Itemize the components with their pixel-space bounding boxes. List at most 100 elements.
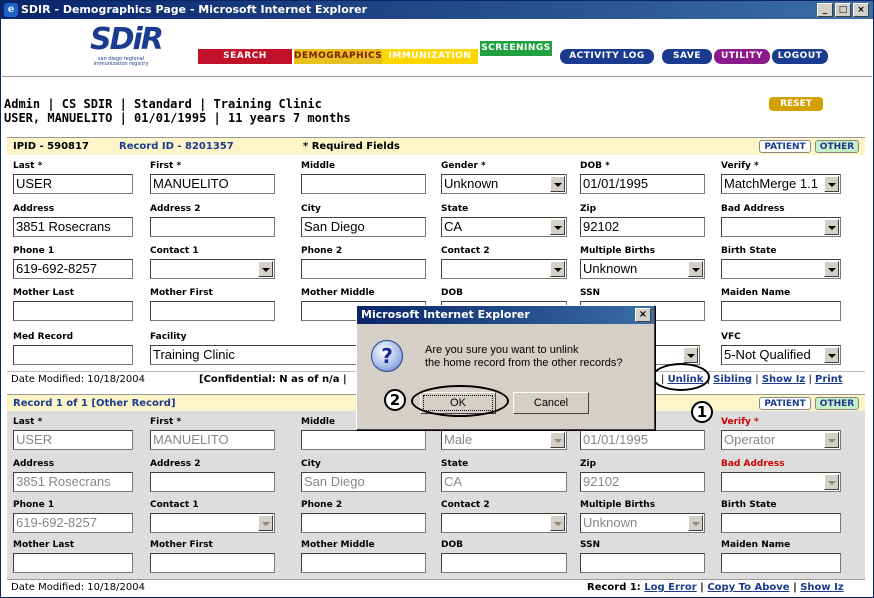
sibling-link[interactable]: Sibling bbox=[713, 374, 752, 385]
city-field: City San Diego bbox=[301, 204, 426, 237]
dropdown-arrow-icon bbox=[550, 176, 565, 192]
gender-select[interactable]: Unknown bbox=[441, 174, 567, 194]
nav-search-button[interactable]: SEARCH bbox=[198, 49, 292, 64]
nav-activity-log-button[interactable]: ACTIVITY LOG bbox=[560, 49, 654, 64]
other-maiden-name-input bbox=[721, 553, 841, 573]
verify-select[interactable]: MatchMerge 1.1 bbox=[721, 174, 841, 194]
sdir-logo: SDiR san diego regional immunization reg… bbox=[90, 22, 164, 67]
dropdown-arrow-icon bbox=[824, 347, 839, 363]
maximize-button[interactable]: □ bbox=[835, 3, 851, 17]
first-input[interactable]: MANUELITO bbox=[150, 174, 275, 194]
nav-demographics-button[interactable]: DEMOGRAPHICS bbox=[294, 49, 382, 64]
med-record-input[interactable] bbox=[13, 345, 133, 365]
middle-input[interactable] bbox=[301, 174, 426, 194]
bad-address-field: Bad Address bbox=[721, 204, 841, 237]
contact2-select[interactable] bbox=[441, 259, 567, 279]
other-bad-address-field: Bad Address bbox=[721, 459, 841, 492]
other-state-input: CA bbox=[441, 472, 567, 492]
other-city-field: City San Diego bbox=[301, 459, 426, 492]
zip-field: Zip 92102 bbox=[580, 204, 705, 237]
other-multiple-births-field: Multiple Births Unknown bbox=[580, 500, 705, 533]
other-dob-input: 01/01/1995 bbox=[580, 430, 705, 450]
copy-to-above-link[interactable]: Copy To Above bbox=[707, 582, 789, 593]
other-birth-state-field: Birth State bbox=[721, 500, 841, 533]
dialog-close-button[interactable]: × bbox=[635, 308, 651, 322]
other-tab-other[interactable]: OTHER bbox=[815, 397, 859, 410]
nav-logout-button[interactable]: LOGOUT bbox=[772, 49, 828, 64]
phone1-input[interactable]: 619-692-8257 bbox=[13, 259, 133, 279]
date-modified: Date Modified: 10/18/2004 bbox=[11, 374, 145, 385]
other-phone2-field: Phone 2 bbox=[301, 500, 426, 533]
dob-field: DOB * 01/01/1995 bbox=[580, 161, 705, 194]
app-header: SDiR san diego regional immunization reg… bbox=[2, 19, 872, 77]
other-phone1-input: 619-692-8257 bbox=[13, 513, 133, 533]
tab-patient[interactable]: PATIENT bbox=[759, 140, 811, 153]
maiden-name-input[interactable] bbox=[721, 301, 841, 321]
record-label: Record 1: bbox=[587, 582, 641, 593]
dropdown-arrow-icon bbox=[683, 347, 698, 363]
other-contact2-field: Contact 2 bbox=[441, 500, 567, 533]
med-record-field: Med Record bbox=[13, 332, 133, 365]
user-context-line: Admin | CS SDIR | Standard | Training Cl… bbox=[4, 97, 322, 111]
maiden-name-field: Maiden Name bbox=[721, 288, 841, 321]
mother-first-input[interactable] bbox=[150, 301, 275, 321]
state-field: State CA bbox=[441, 204, 567, 237]
mother-first-field: Mother First bbox=[150, 288, 275, 321]
last-input[interactable]: USER bbox=[13, 174, 133, 194]
nav-utility-button[interactable]: UTILITY bbox=[714, 49, 770, 64]
log-error-link[interactable]: Log Error bbox=[644, 582, 696, 593]
other-maiden-name-field: Maiden Name bbox=[721, 540, 841, 573]
other-mother-first-input bbox=[150, 553, 275, 573]
address-input[interactable]: 3851 Rosecrans bbox=[13, 217, 133, 237]
birth-state-select[interactable] bbox=[721, 259, 841, 279]
dropdown-arrow-icon bbox=[688, 515, 703, 531]
zip-input[interactable]: 92102 bbox=[580, 217, 705, 237]
minimize-button[interactable]: _ bbox=[817, 3, 833, 17]
other-first-input: MANUELITO bbox=[150, 430, 275, 450]
other-tab-patient[interactable]: PATIENT bbox=[759, 397, 811, 410]
contact1-select[interactable] bbox=[150, 259, 275, 279]
contact2-field: Contact 2 bbox=[441, 246, 567, 279]
other-mother-last-input bbox=[13, 553, 133, 573]
dropdown-arrow-icon bbox=[550, 432, 565, 448]
reset-button[interactable]: RESET bbox=[769, 97, 823, 111]
dropdown-arrow-icon bbox=[824, 474, 839, 490]
dialog-cancel-button[interactable]: Cancel bbox=[513, 392, 589, 414]
address2-input[interactable] bbox=[150, 217, 275, 237]
phone2-input[interactable] bbox=[301, 259, 426, 279]
nav-immunization-button[interactable]: IMMUNIZATION bbox=[382, 49, 478, 64]
bad-address-select[interactable] bbox=[721, 217, 841, 237]
first-field: First * MANUELITO bbox=[150, 161, 275, 194]
multiple-births-select[interactable]: Unknown bbox=[580, 259, 705, 279]
close-button[interactable]: × bbox=[853, 3, 869, 17]
vfc-select[interactable]: 5-Not Qualified bbox=[721, 345, 841, 365]
other-mother-dob-input bbox=[441, 553, 567, 573]
callout-number-1: 1 bbox=[691, 401, 713, 423]
show-iz-link[interactable]: Show Iz bbox=[762, 374, 805, 385]
state-select[interactable]: CA bbox=[441, 217, 567, 237]
other-record-form: Last * USER First * MANUELITO Middle Male … bbox=[7, 411, 865, 585]
print-link[interactable]: Print bbox=[815, 374, 843, 385]
other-first-field: First * MANUELITO bbox=[150, 417, 275, 450]
other-record-title: Record 1 of 1 [Other Record] bbox=[13, 398, 176, 409]
user-info: Admin | CS SDIR | Standard | Training Cl… bbox=[4, 97, 351, 125]
last-field: Last * USER bbox=[13, 161, 133, 194]
dropdown-arrow-icon bbox=[258, 261, 273, 277]
city-input[interactable]: San Diego bbox=[301, 217, 426, 237]
confirm-dialog: Microsoft Internet Explorer × ? Are you … bbox=[356, 305, 655, 430]
nav-screenings-button[interactable]: SCREENINGS bbox=[480, 41, 552, 56]
vfc-field: VFC 5-Not Qualified bbox=[721, 332, 841, 365]
unlink-highlight-circle bbox=[652, 363, 710, 391]
tab-other[interactable]: OTHER bbox=[815, 140, 859, 153]
other-mother-last-field: Mother Last bbox=[13, 540, 133, 573]
other-mother-first-field: Mother First bbox=[150, 540, 275, 573]
patient-summary-line: USER, MANUELITO | 01/01/1995 | 11 years … bbox=[4, 111, 351, 125]
other-ssn-field: SSN bbox=[580, 540, 705, 573]
other-mother-middle-field: Mother Middle bbox=[301, 540, 426, 573]
dropdown-arrow-icon bbox=[550, 515, 565, 531]
dob-input[interactable]: 01/01/1995 bbox=[580, 174, 705, 194]
other-show-iz-link[interactable]: Show Iz bbox=[800, 582, 843, 593]
callout-number-2: 2 bbox=[384, 389, 406, 411]
mother-last-input[interactable] bbox=[13, 301, 133, 321]
nav-save-button[interactable]: SAVE bbox=[662, 49, 712, 64]
